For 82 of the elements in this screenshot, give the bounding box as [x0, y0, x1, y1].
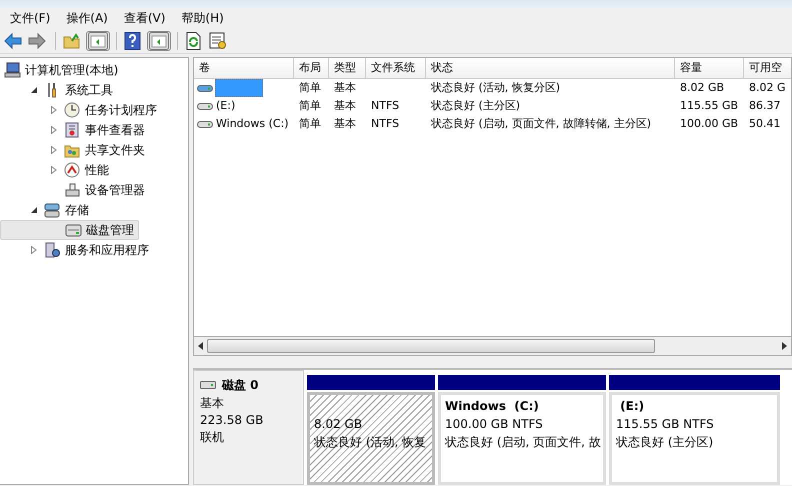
column-header[interactable]: 状态 [426, 58, 675, 78]
properties-icon[interactable] [209, 32, 229, 50]
table-cell-text: 基本 [333, 80, 357, 96]
partition-status: 状态良好 (活动, 恢复 [314, 434, 428, 451]
expanded-triangle-icon[interactable] [30, 206, 38, 214]
horizontal-scrollbar[interactable] [193, 337, 792, 356]
partition-size: 8.02 GB [314, 416, 364, 433]
table-cell-text: 基本 [333, 98, 357, 114]
pane-icon[interactable] [149, 32, 169, 50]
volume-icon [197, 84, 213, 92]
partition-status: 状态良好 (主分区) [616, 434, 714, 451]
column-header[interactable]: 卷 [194, 58, 294, 78]
collapsed-triangle-icon[interactable] [50, 146, 58, 154]
partition-size: 100.00 GB NTFS [445, 416, 544, 433]
partition-status: 状态良好 (启动, 页面文件, 故 [445, 434, 599, 451]
disk-drive-icon [200, 380, 216, 390]
partition-block[interactable]: Windows (C:) 100.00 GB NTFS 状态良好 (启动, 页面文件, 故 [438, 392, 606, 485]
tree-item[interactable]: 服务和应用程序 [0, 240, 149, 260]
volume-name[interactable]: Windows (C:) [215, 116, 290, 132]
table-cell-text: 8.02 G [748, 80, 787, 96]
partition-size: 115.55 GB NTFS [616, 416, 715, 433]
partition-block[interactable]: 8.02 GB 状态良好 (活动, 恢复 [307, 392, 435, 485]
tree-item[interactable]: 共享文件夹 [0, 140, 145, 160]
volume-name[interactable]: (E:) [215, 98, 236, 114]
disk-size: 223.58 GB [200, 412, 264, 429]
scroll-left-icon[interactable] [198, 342, 203, 350]
column-header[interactable]: 布局 [294, 58, 329, 78]
table-cell-text: 简单 [298, 98, 322, 114]
services-icon [44, 242, 61, 258]
disk-type: 基本 [200, 395, 225, 412]
device-icon [64, 182, 81, 198]
collapsed-triangle-icon[interactable] [50, 126, 58, 134]
scroll-right-icon[interactable] [782, 342, 787, 350]
table-cell-text: 基本 [333, 116, 357, 132]
tree-item[interactable]: 事件查看器 [0, 120, 145, 140]
disk-status: 联机 [200, 429, 225, 446]
menu-item[interactable]: 文件(F) [2, 10, 58, 27]
menu-item[interactable]: 帮助(H) [173, 10, 232, 27]
table-cell-text: 简单 [298, 80, 322, 96]
clock-icon [64, 102, 81, 118]
tree-item[interactable]: 性能 [0, 160, 109, 180]
disk-name: 磁盘 0 [222, 376, 259, 394]
menu-item[interactable]: 查看(V) [116, 10, 174, 27]
storage-icon [44, 202, 61, 218]
event-log-icon [64, 122, 81, 138]
table-cell-text: 50.41 [748, 116, 782, 132]
volume-icon [197, 102, 213, 110]
collapsed-triangle-icon[interactable] [50, 106, 58, 114]
table-cell-text: NTFS [370, 116, 400, 132]
table-cell-text: 100.00 GB [679, 116, 740, 132]
table-cell-text: 状态良好 (主分区) [430, 98, 522, 114]
tree-item[interactable]: 系统工具 [0, 80, 113, 100]
partition-title: (E:) [619, 398, 646, 415]
table-cell-text: NTFS [370, 98, 400, 114]
tree-item[interactable]: 磁盘管理 [0, 220, 139, 240]
back-arrow-icon[interactable] [4, 32, 24, 50]
partition-block[interactable]: (E:) 115.55 GB NTFS 状态良好 (主分区) [609, 392, 780, 485]
table-cell-text: 简单 [298, 116, 322, 132]
collapsed-triangle-icon[interactable] [30, 246, 38, 254]
gauge-icon [64, 162, 81, 178]
computer-icon [4, 62, 21, 78]
tree-item[interactable]: 设备管理器 [0, 180, 145, 200]
tree-item[interactable]: 任务计划程序 [0, 100, 157, 120]
partition-title: Windows (C:) [445, 398, 540, 415]
column-header[interactable]: 文件系统 [366, 58, 426, 78]
collapsed-triangle-icon[interactable] [50, 166, 58, 174]
table-cell-text: 状态良好 (活动, 恢复分区) [430, 80, 562, 96]
expanded-triangle-icon[interactable] [30, 86, 38, 94]
pane-icon[interactable] [88, 32, 108, 50]
table-cell-text: 状态良好 (启动, 页面文件, 故障转储, 主分区) [430, 116, 652, 132]
volume-icon [197, 120, 213, 128]
menu-item[interactable]: 操作(A) [58, 10, 116, 27]
disk-drive-icon [65, 222, 82, 238]
column-header[interactable]: 可用空 [744, 58, 791, 78]
table-cell-text: 115.55 GB [679, 98, 740, 114]
table-cell-text: 8.02 GB [679, 80, 726, 96]
forward-arrow-icon[interactable] [28, 32, 48, 50]
column-header[interactable]: 容量 [675, 58, 744, 78]
column-header[interactable]: 类型 [329, 58, 366, 78]
tree-item[interactable]: 存储 [0, 200, 89, 220]
table-cell-text: 86.37 [748, 98, 782, 114]
tree-item[interactable]: 计算机管理(本地) [0, 60, 118, 80]
